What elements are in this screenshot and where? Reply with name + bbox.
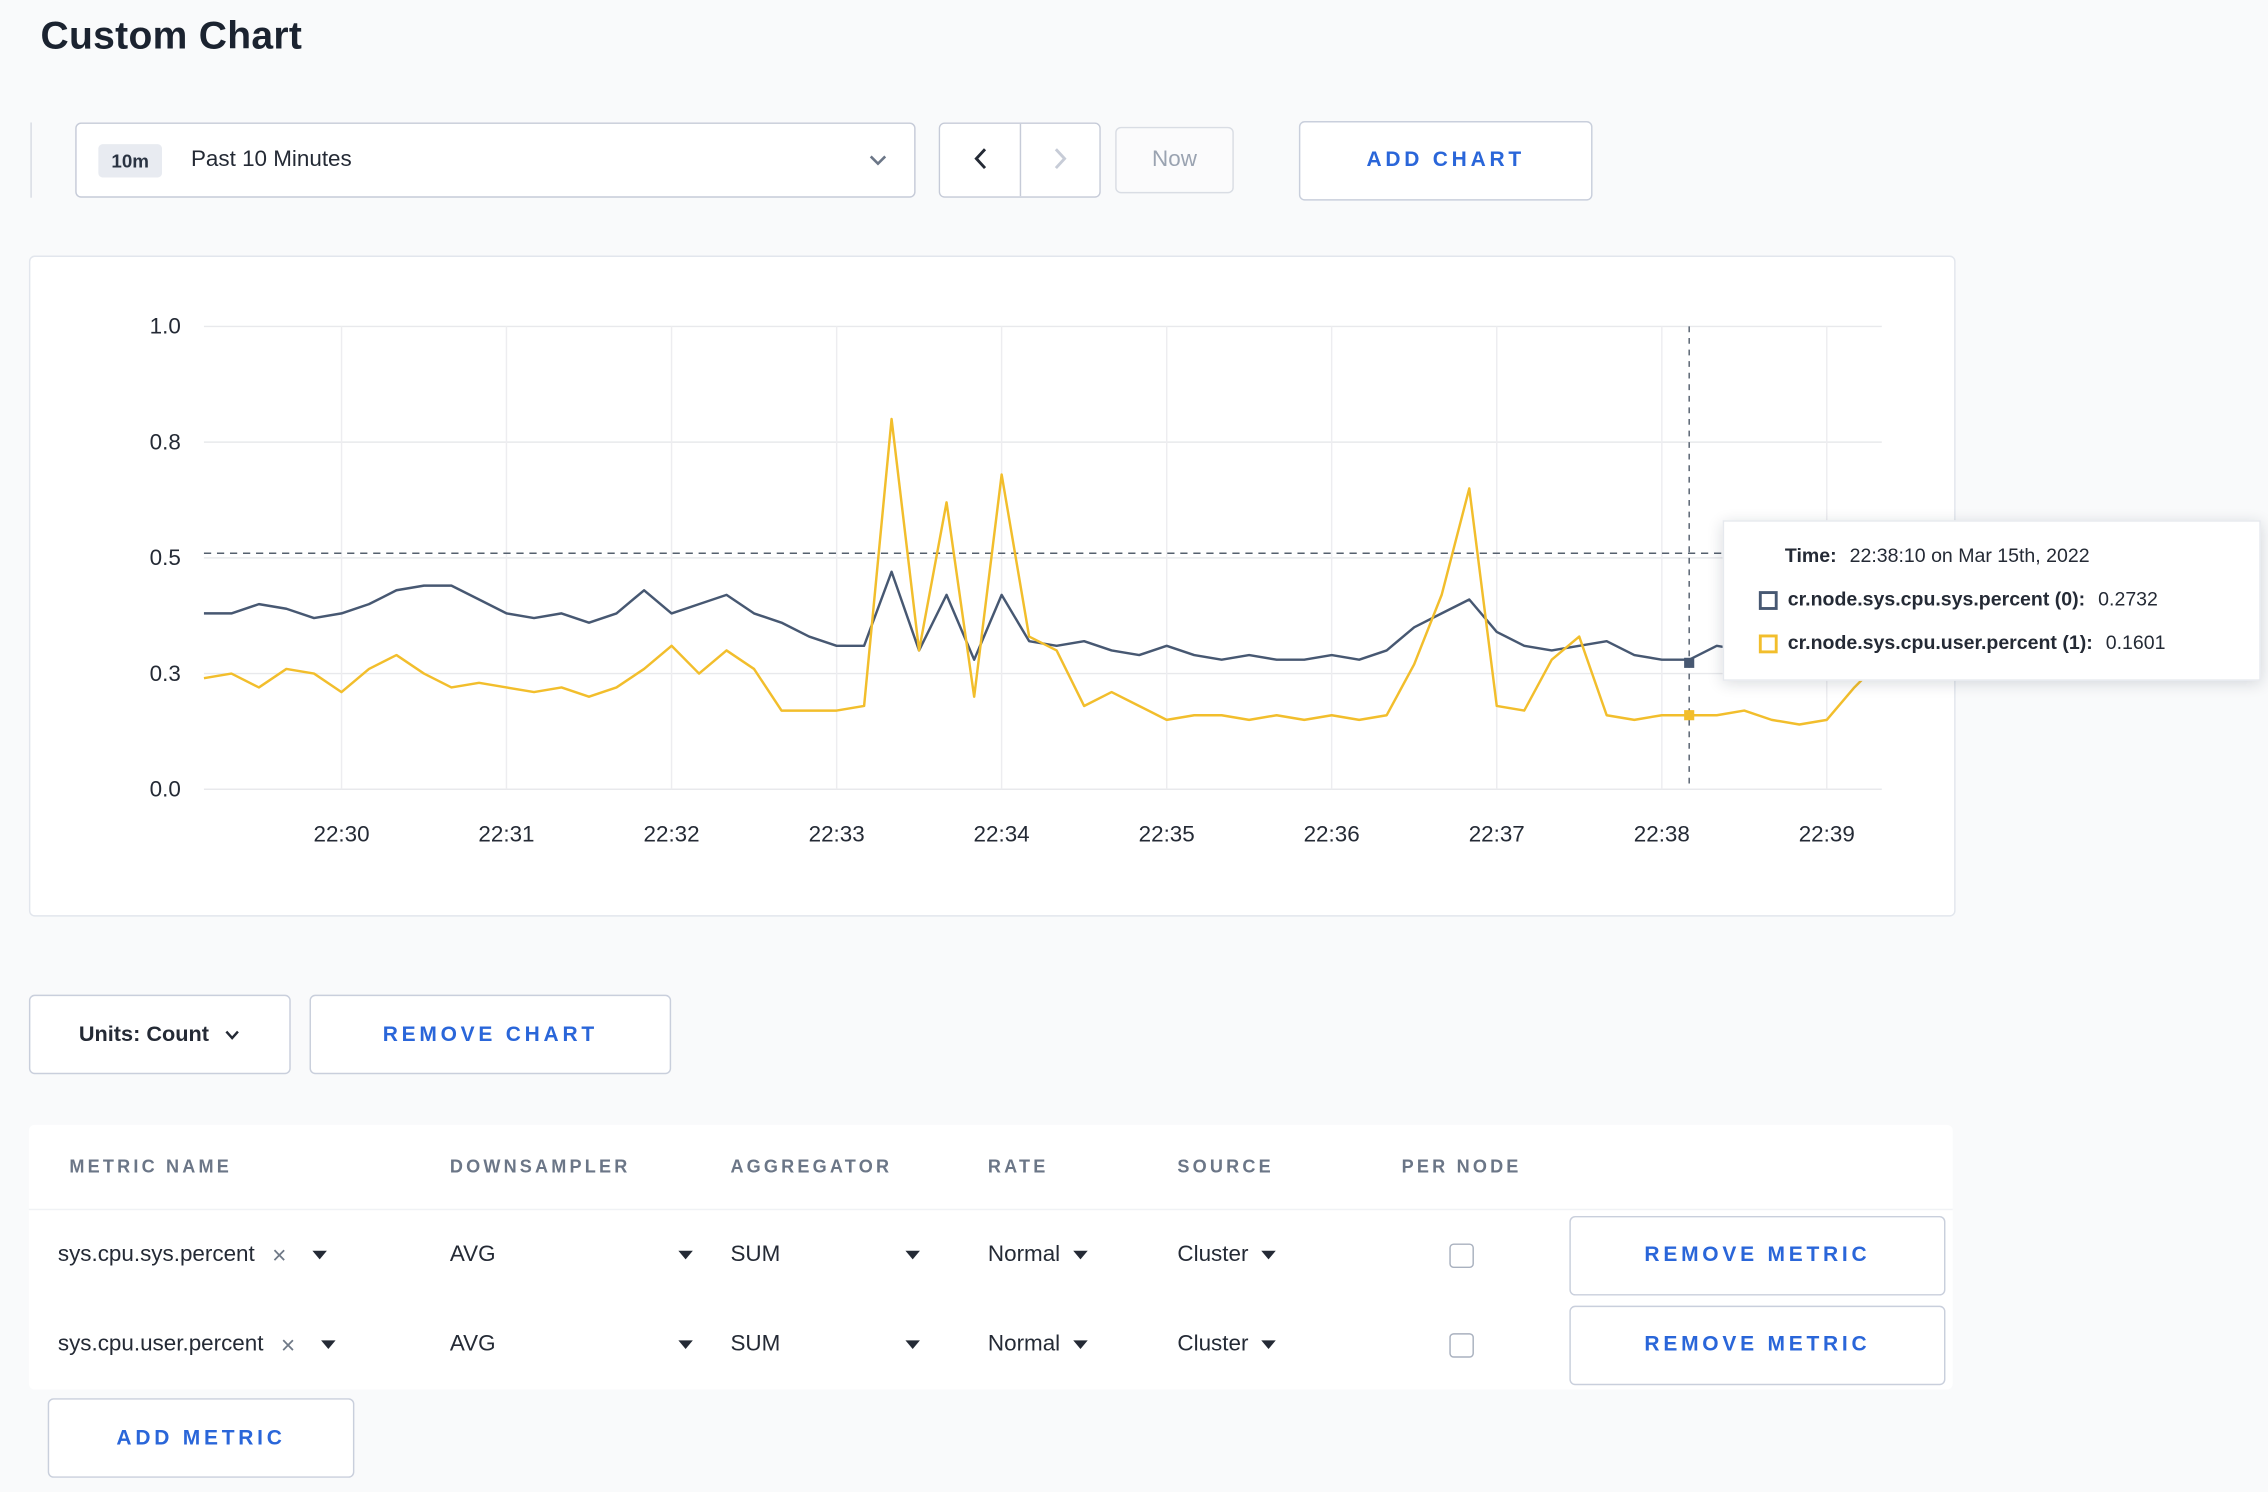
- rate-value: Normal: [987, 1331, 1061, 1357]
- tooltip-series-row: cr.node.sys.cpu.sys.percent (0): 0.2732: [1758, 588, 2233, 610]
- metrics-table-header: METRIC NAME DOWNSAMPLER AGGREGATOR RATE …: [28, 1125, 1953, 1211]
- source-select[interactable]: Cluster: [1177, 1242, 1276, 1268]
- metric-name-label: sys.cpu.user.percent: [57, 1331, 264, 1357]
- header-downsampler: DOWNSAMPLER: [449, 1156, 631, 1177]
- dropdown-caret-icon: [1261, 1250, 1276, 1260]
- svg-text:22:39: 22:39: [1799, 821, 1855, 846]
- time-range-dropdown[interactable]: 10m Past 10 Minutes: [75, 122, 916, 198]
- add-metric-button[interactable]: ADD METRIC: [47, 1398, 355, 1478]
- source-value: Cluster: [1177, 1242, 1249, 1267]
- dropdown-caret-icon[interactable]: [312, 1250, 327, 1260]
- toolbar: 10m Past 10 Minutes Now ADD CHART: [30, 120, 2268, 201]
- tooltip-series-value: 0.1601: [2105, 631, 2166, 653]
- dropdown-caret-icon: [1073, 1340, 1088, 1350]
- sys-series-swatch-icon: [1758, 590, 1778, 610]
- time-window-badge: 10m: [98, 143, 163, 177]
- metric-name-select[interactable]: sys.cpu.user.percent ×: [29, 1332, 438, 1358]
- svg-text:22:37: 22:37: [1469, 821, 1525, 846]
- svg-text:22:36: 22:36: [1304, 821, 1360, 846]
- source-select[interactable]: Cluster: [1177, 1332, 1276, 1358]
- tooltip-series-label: cr.node.sys.cpu.user.percent (1):: [1787, 631, 2093, 653]
- dropdown-caret-icon: [678, 1250, 693, 1260]
- metric-row: sys.cpu.sys.percent × AVG SUM Normal Clu…: [29, 1210, 1953, 1300]
- chevron-down-icon: [868, 153, 888, 167]
- remove-chart-button[interactable]: REMOVE CHART: [309, 994, 672, 1075]
- rate-select[interactable]: Normal: [988, 1332, 1088, 1358]
- svg-text:22:32: 22:32: [644, 821, 700, 846]
- downsampler-select[interactable]: AVG: [450, 1332, 693, 1358]
- dropdown-caret-icon: [1261, 1340, 1276, 1350]
- aggregator-select[interactable]: SUM: [730, 1242, 920, 1268]
- svg-text:22:31: 22:31: [478, 821, 534, 846]
- metric-name-select[interactable]: sys.cpu.sys.percent ×: [29, 1242, 438, 1268]
- add-chart-button[interactable]: ADD CHART: [1298, 120, 1593, 200]
- downsampler-value: AVG: [449, 1242, 496, 1267]
- svg-text:0.0: 0.0: [150, 777, 181, 802]
- source-value: Cluster: [1177, 1331, 1249, 1357]
- now-button[interactable]: Now: [1115, 126, 1234, 194]
- header-aggregator: AGGREGATOR: [730, 1156, 893, 1177]
- units-dropdown-label: Units: Count: [78, 1022, 209, 1047]
- dropdown-caret-icon: [905, 1250, 920, 1260]
- svg-text:22:34: 22:34: [974, 821, 1030, 846]
- downsampler-select[interactable]: AVG: [450, 1242, 693, 1268]
- rate-value: Normal: [987, 1242, 1061, 1267]
- tooltip-time-row: Time: 22:38:10 on Mar 15th, 2022: [1759, 544, 2233, 567]
- tooltip-series-row: cr.node.sys.cpu.user.percent (1): 0.1601: [1758, 631, 2233, 654]
- dropdown-caret-icon[interactable]: [321, 1340, 336, 1350]
- per-node-checkbox[interactable]: [1449, 1332, 1474, 1358]
- metrics-table: METRIC NAME DOWNSAMPLER AGGREGATOR RATE …: [28, 1124, 1953, 1390]
- dropdown-caret-icon: [678, 1340, 693, 1350]
- chart-controls-row: Units: Count REMOVE CHART: [28, 994, 2268, 1075]
- chevron-left-icon: [971, 145, 988, 175]
- svg-text:22:33: 22:33: [809, 821, 865, 846]
- toolbar-divider: [30, 122, 32, 198]
- time-forward-button[interactable]: [1019, 123, 1100, 197]
- metric-name-label: sys.cpu.sys.percent: [57, 1242, 255, 1267]
- header-source: SOURCE: [1177, 1156, 1274, 1177]
- downsampler-value: AVG: [449, 1331, 496, 1357]
- svg-text:22:38: 22:38: [1634, 821, 1690, 846]
- rate-select[interactable]: Normal: [988, 1242, 1088, 1268]
- chevron-down-icon: [225, 1022, 241, 1047]
- dropdown-caret-icon: [905, 1340, 920, 1350]
- svg-text:0.5: 0.5: [150, 545, 181, 570]
- svg-text:0.8: 0.8: [150, 429, 181, 454]
- clear-metric-icon[interactable]: ×: [272, 1243, 286, 1268]
- dropdown-caret-icon: [1073, 1250, 1088, 1260]
- custom-chart-page: Custom Chart 10m Past 10 Minutes Now ADD…: [0, 14, 2268, 1492]
- time-step-buttons: [938, 122, 1101, 198]
- header-rate: RATE: [987, 1156, 1049, 1177]
- user-series-swatch-icon: [1758, 633, 1778, 653]
- remove-metric-button[interactable]: REMOVE METRIC: [1569, 1215, 1946, 1295]
- time-back-button[interactable]: [940, 123, 1020, 197]
- svg-text:1.0: 1.0: [150, 314, 181, 339]
- chart-card: 0.0 0.3 0.5 0.8 1.0 22:30 22:31 22:32 22:33 22:34…: [28, 255, 2261, 917]
- aggregator-value: SUM: [730, 1331, 781, 1357]
- remove-metric-button[interactable]: REMOVE METRIC: [1569, 1304, 1946, 1385]
- aggregator-select[interactable]: SUM: [730, 1331, 920, 1358]
- time-window-label: Past 10 Minutes: [190, 147, 352, 172]
- header-per-node: PER NODE: [1401, 1156, 1522, 1177]
- chevron-right-icon: [1052, 145, 1069, 175]
- tooltip-series-label: cr.node.sys.cpu.sys.percent (0):: [1787, 588, 2086, 610]
- svg-text:0.3: 0.3: [150, 661, 181, 686]
- metric-row: sys.cpu.user.percent × AVG SUM Normal Cl…: [29, 1300, 1953, 1390]
- tooltip-time-label: Time:: [1784, 544, 1837, 567]
- svg-text:22:30: 22:30: [313, 821, 369, 846]
- clear-metric-icon[interactable]: ×: [281, 1332, 295, 1357]
- metrics-line-chart[interactable]: 0.0 0.3 0.5 0.8 1.0 22:30 22:31 22:32 22:33 22:34…: [30, 257, 1957, 879]
- tooltip-time-value: 22:38:10 on Mar 15th, 2022: [1849, 544, 2090, 567]
- units-dropdown[interactable]: Units: Count: [28, 994, 291, 1075]
- svg-text:22:35: 22:35: [1139, 821, 1195, 846]
- page-title: Custom Chart: [40, 14, 303, 58]
- header-metric-name: METRIC NAME: [69, 1156, 232, 1177]
- per-node-checkbox[interactable]: [1449, 1242, 1474, 1268]
- tooltip-series-value: 0.2732: [2098, 588, 2158, 610]
- chart-tooltip: Time: 22:38:10 on Mar 15th, 2022 cr.node…: [1722, 520, 2261, 681]
- aggregator-value: SUM: [730, 1242, 781, 1267]
